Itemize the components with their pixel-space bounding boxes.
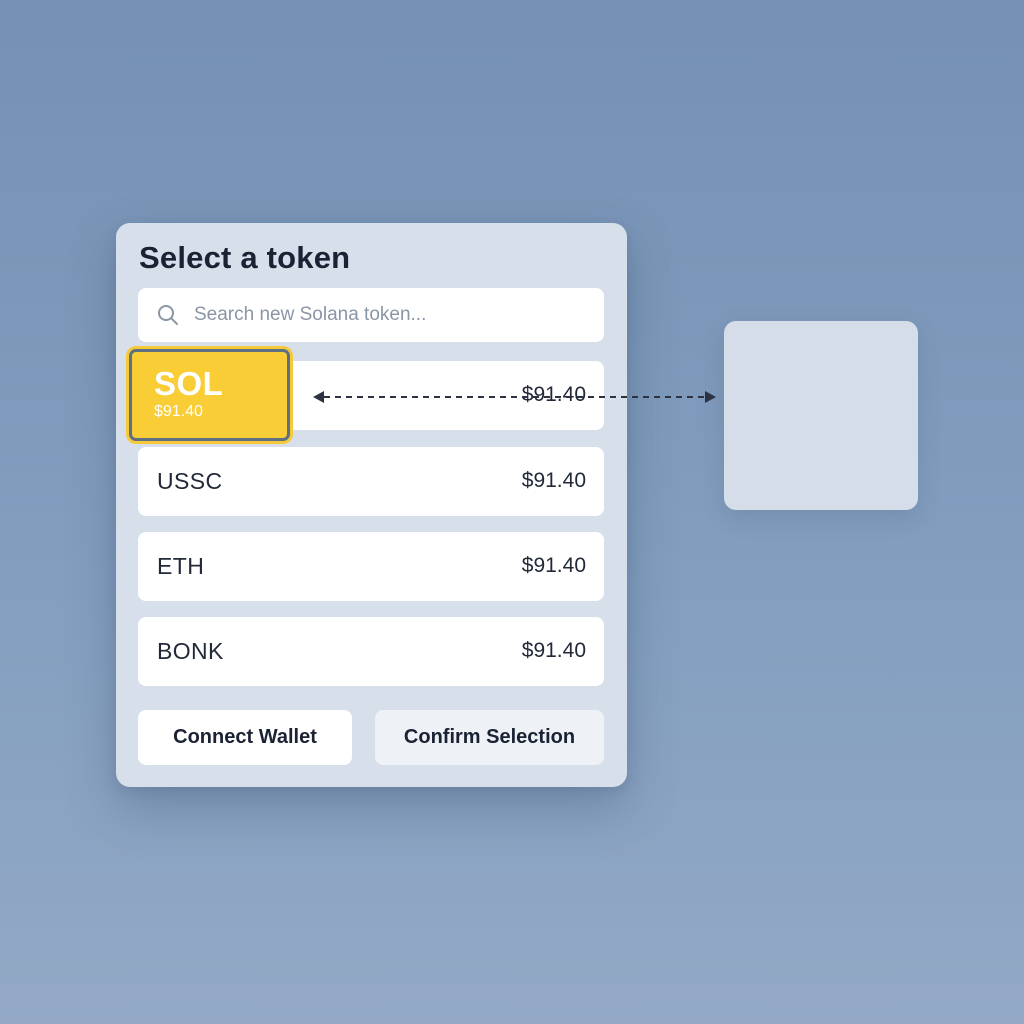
token-symbol: ETH (157, 553, 205, 579)
search-box[interactable] (138, 288, 604, 342)
token-price: $91.40 (521, 383, 586, 406)
token-symbol: BONK (157, 638, 224, 664)
selected-token-tile[interactable]: SOL $91.40 (129, 349, 290, 441)
search-input[interactable] (194, 288, 589, 342)
token-row-bonk[interactable]: BONK $91.40 (138, 617, 604, 686)
token-price: $91.40 (521, 554, 586, 577)
connect-wallet-button[interactable]: Connect Wallet (138, 710, 352, 765)
token-symbol: USSC (157, 468, 223, 494)
arrow-right-icon (705, 391, 716, 403)
token-row-ussc[interactable]: USSC $91.40 (138, 447, 604, 516)
panel-title: Select a token (139, 240, 351, 275)
token-picker-panel: Select a token $91.40 USSC $91.40 ETH $9… (116, 223, 627, 787)
confirm-selection-button[interactable]: Confirm Selection (375, 710, 604, 765)
token-price: $91.40 (521, 469, 586, 492)
selected-token-price: $91.40 (154, 403, 203, 420)
search-icon (158, 305, 178, 325)
drop-target-box[interactable] (724, 321, 918, 510)
selected-token-symbol: SOL (154, 365, 224, 402)
token-row-eth[interactable]: ETH $91.40 (138, 532, 604, 601)
token-price: $91.40 (521, 639, 586, 662)
